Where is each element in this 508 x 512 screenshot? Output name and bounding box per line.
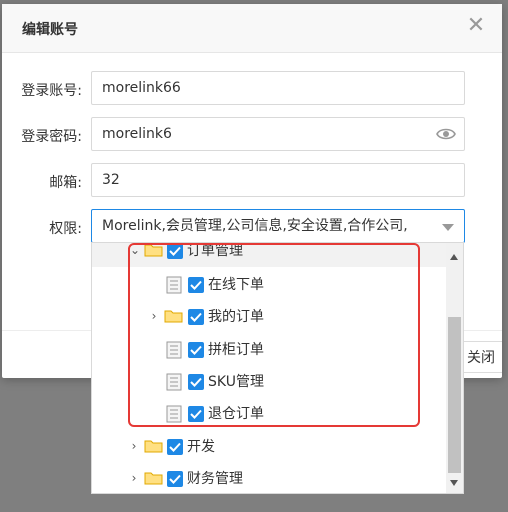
email-input[interactable]: 32 xyxy=(91,163,465,197)
folder-icon xyxy=(144,472,163,485)
checkbox-checked[interactable] xyxy=(167,471,183,487)
folder-icon xyxy=(144,440,163,453)
password-input[interactable]: morelink6 xyxy=(91,117,465,151)
close-button[interactable]: 关闭 xyxy=(462,341,502,373)
dropdown-scrollbar[interactable] xyxy=(446,243,463,493)
dialog-title: 编辑账号 xyxy=(22,22,78,38)
permission-label: 权限: xyxy=(49,221,82,237)
chevron-right-icon[interactable]: › xyxy=(128,472,140,484)
dialog-header: 编辑账号 ✕ xyxy=(2,4,502,53)
eye-icon[interactable] xyxy=(436,126,456,142)
scrollbar-thumb[interactable] xyxy=(448,317,461,473)
password-value: morelink6 xyxy=(102,126,172,142)
close-icon[interactable]: ✕ xyxy=(464,14,488,38)
permission-value: Morelink,会员管理,公司信息,安全设置,合作公司, xyxy=(102,218,408,234)
permission-select[interactable]: Morelink,会员管理,公司信息,安全设置,合作公司, xyxy=(91,209,465,243)
scroll-down-arrow-icon[interactable] xyxy=(450,480,458,486)
chevron-right-icon[interactable]: › xyxy=(128,440,140,452)
tree-label: 财务管理 xyxy=(187,471,243,487)
account-label: 登录账号: xyxy=(21,83,82,99)
password-label: 登录密码: xyxy=(21,129,82,145)
tree-node-finance[interactable]: › 财务管理 xyxy=(92,463,448,493)
email-label: 邮箱: xyxy=(49,175,82,191)
account-input[interactable]: morelink66 xyxy=(91,71,465,105)
tree-node-development[interactable]: › 开发 xyxy=(92,431,448,463)
scroll-up-arrow-icon[interactable] xyxy=(450,254,458,260)
checkbox-checked[interactable] xyxy=(167,439,183,455)
annotation-highlight-frame xyxy=(128,243,420,427)
chevron-down-icon[interactable] xyxy=(442,224,454,231)
tree-label: 开发 xyxy=(187,439,215,455)
